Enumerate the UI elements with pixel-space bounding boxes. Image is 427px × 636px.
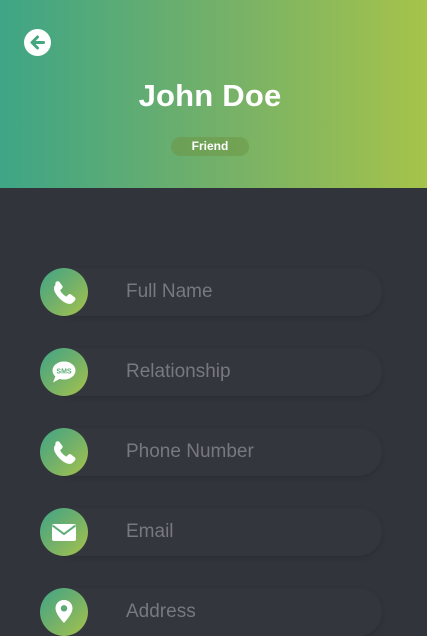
map-pin-icon (40, 588, 88, 636)
sms-icon: SMS (40, 348, 88, 396)
phone-number-input[interactable] (126, 428, 366, 476)
page-title: John Doe (138, 78, 282, 113)
envelope-icon (40, 508, 88, 556)
address-input[interactable] (126, 588, 366, 636)
back-button[interactable] (24, 29, 51, 56)
full-name-input[interactable] (126, 268, 366, 316)
relationship-field: SMS (40, 348, 382, 396)
email-input[interactable] (126, 508, 366, 556)
full-name-field (40, 268, 382, 316)
phone-icon (40, 428, 88, 476)
email-field (40, 508, 382, 556)
arrow-left-icon (30, 35, 45, 50)
relationship-input[interactable] (126, 348, 366, 396)
profile-header: John Doe Friend (0, 0, 427, 188)
address-field (40, 588, 382, 636)
phone-number-field (40, 428, 382, 476)
svg-text:SMS: SMS (56, 368, 72, 375)
status-badge: Friend (171, 137, 249, 156)
phone-icon (40, 268, 88, 316)
